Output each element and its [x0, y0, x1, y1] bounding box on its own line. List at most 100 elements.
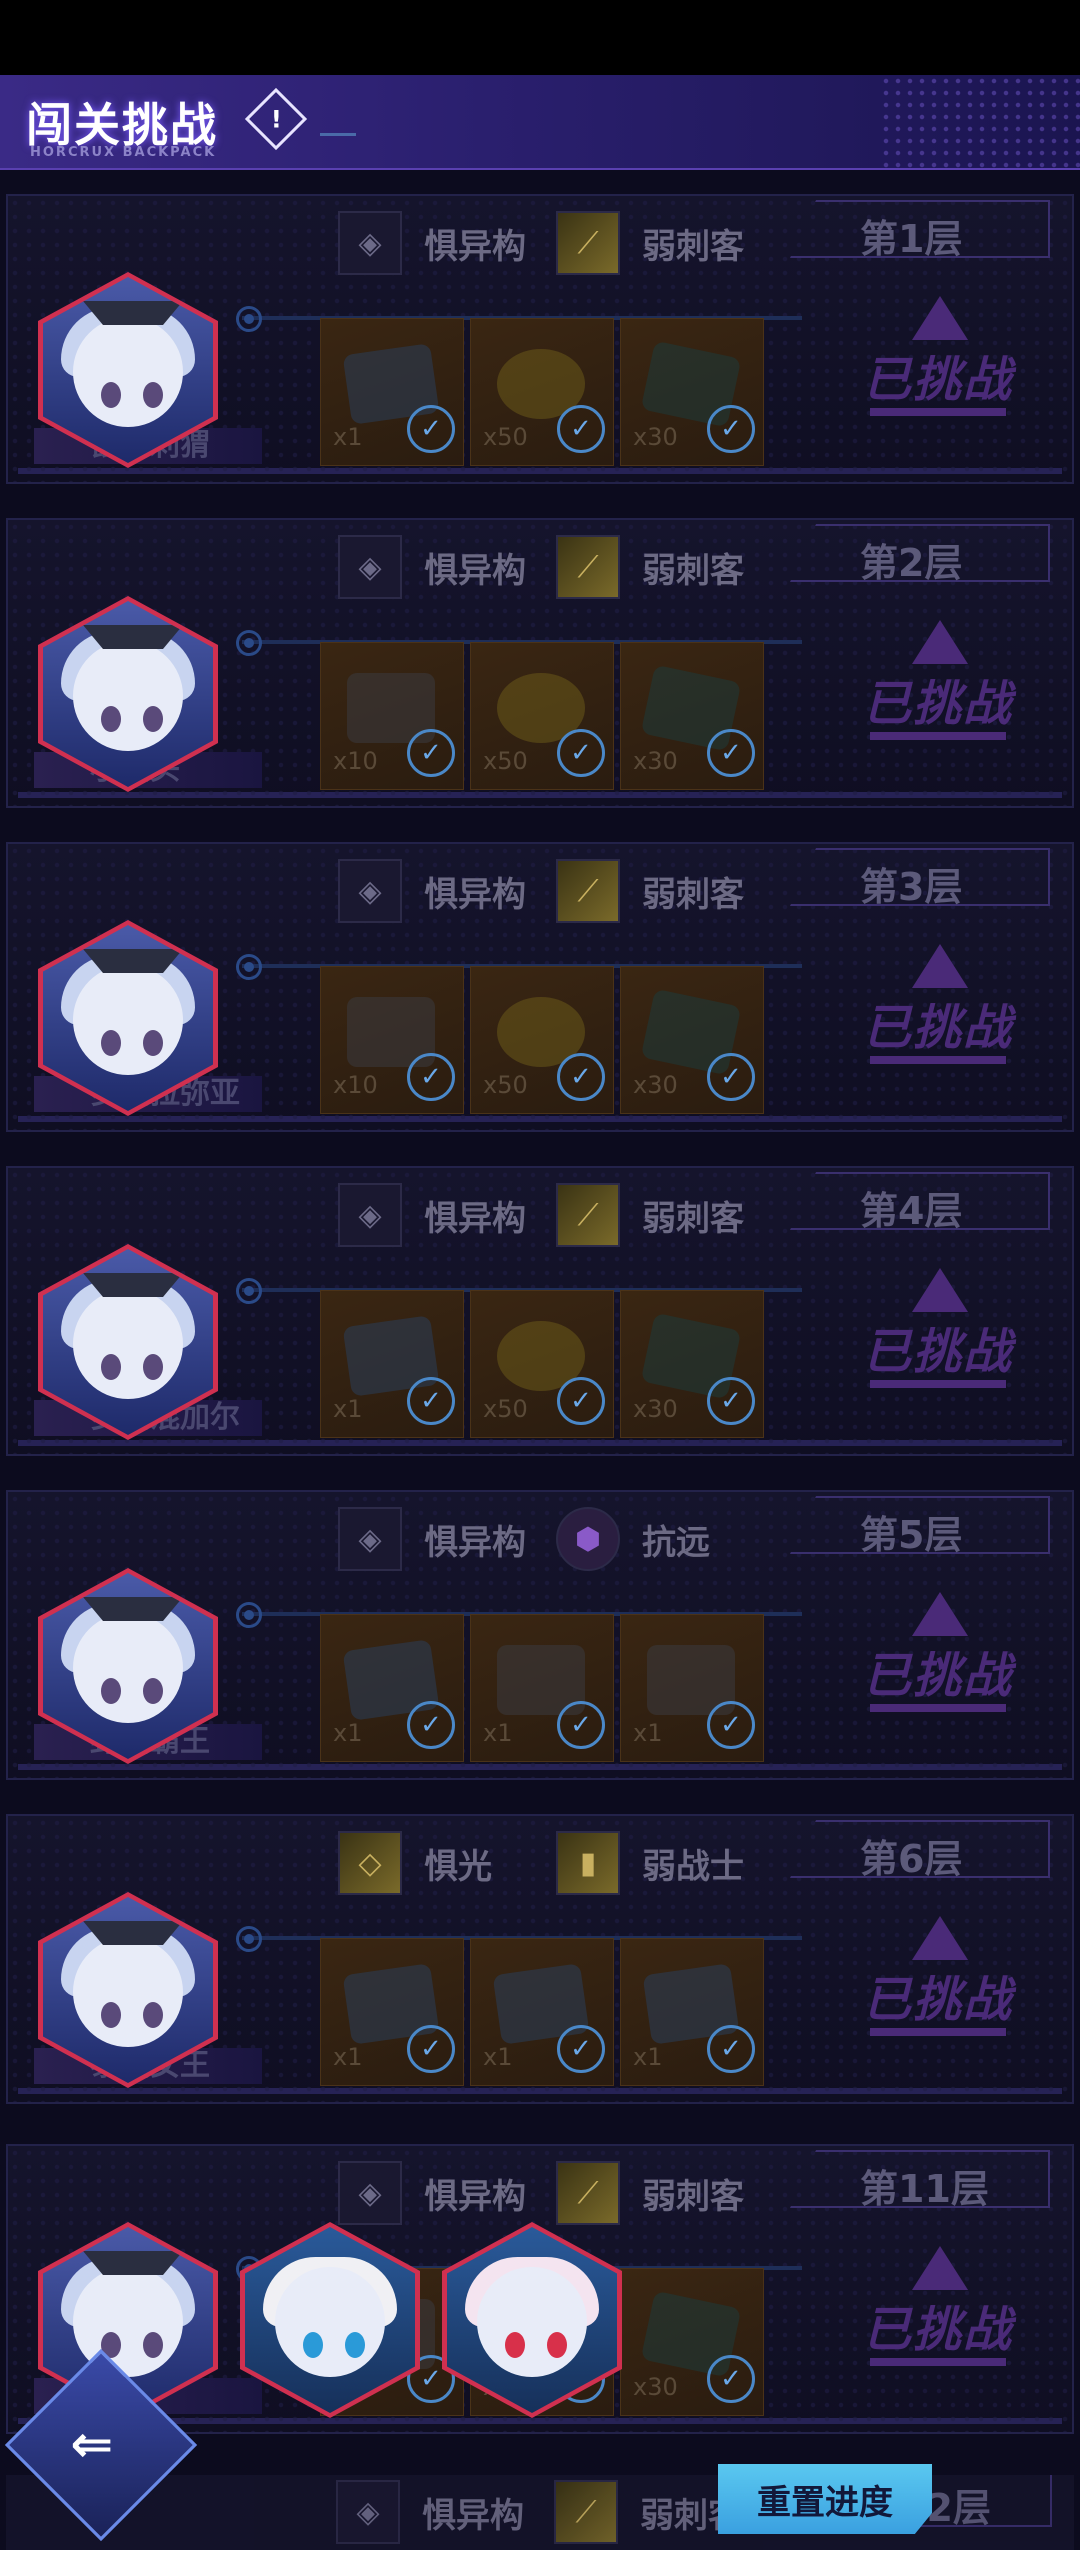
floor-label: 第2层	[860, 541, 963, 585]
warning-icon[interactable]: !	[244, 87, 308, 151]
reward-slot[interactable]: x1 ✓	[470, 1614, 614, 1762]
completed-stamp: 已挑战	[850, 944, 1026, 1088]
reward-qty: x1	[333, 2043, 363, 2071]
reward-qty: x30	[633, 1071, 678, 1099]
stamp-bar	[870, 2028, 1006, 2036]
completed-stamp: 已挑战	[850, 1592, 1026, 1736]
stamp-bar	[870, 2358, 1006, 2366]
stamp-triangle-icon	[912, 1592, 968, 1636]
trait-label: 惧异构	[424, 550, 526, 591]
assassin-icon: ⟋	[556, 1183, 620, 1247]
assassin-icon: ⟋	[556, 2161, 620, 2225]
resist-label: 抗远	[642, 1522, 710, 1563]
status-bar	[0, 0, 1080, 75]
header-bar: 闯关挑战 HORCRUX BACKPACK !	[0, 75, 1080, 170]
trait-chip: ◈ 惧异构	[336, 2479, 524, 2545]
reward-qty: x1	[633, 1719, 663, 1747]
check-icon: ✓	[707, 405, 755, 453]
weakness-chip: ⟋ 弱刺客	[556, 210, 744, 276]
reward-slot[interactable]: x1 ✓	[620, 1614, 764, 1762]
reward-qty: x1	[633, 2043, 663, 2071]
reward-slot[interactable]: x30 ✓	[620, 642, 764, 790]
reward-slot[interactable]: x1 ✓	[320, 1290, 464, 1438]
check-icon: ✓	[707, 1701, 755, 1749]
reward-qty: x30	[633, 747, 678, 775]
trait-label: 惧异构	[424, 226, 526, 267]
reward-slot[interactable]: x10 ✓	[320, 966, 464, 1114]
floor-label-box: 第6层	[790, 1820, 1050, 1878]
check-icon: ✓	[707, 2355, 755, 2403]
trait-label: 惧异构	[424, 1198, 526, 1239]
completed-label: 已挑战	[862, 1648, 1013, 1704]
floor-label: 第3层	[860, 865, 963, 909]
page-subtitle: HORCRUX BACKPACK	[30, 145, 217, 160]
reward-qty: x1	[333, 1395, 363, 1423]
weakness-chip: ⟋ 弱刺客	[554, 2479, 742, 2545]
stamp-triangle-icon	[912, 944, 968, 988]
trait-chip: ◈ 惧异构	[338, 858, 526, 924]
floor-label-box: 第2层	[790, 524, 1050, 582]
trait-label: 惧异构	[424, 874, 526, 915]
reward-qty: x50	[483, 747, 528, 775]
floor-label: 第4层	[860, 1189, 963, 1233]
completed-label: 已挑战	[862, 676, 1013, 732]
reward-slot[interactable]: x50 ✓	[470, 966, 614, 1114]
reward-slot[interactable]: x1 ✓	[320, 1614, 464, 1762]
reward-slot[interactable]: x30 ✓	[620, 1290, 764, 1438]
reward-slot[interactable]: x30 ✓	[620, 318, 764, 466]
reward-slot[interactable]: x1 ✓	[470, 1938, 614, 2086]
check-icon: ✓	[407, 1701, 455, 1749]
completed-label: 已挑战	[862, 1000, 1013, 1056]
trait-chip: ◈ 惧异构	[338, 1506, 526, 1572]
reward-slot[interactable]: x1 ✓	[620, 1938, 764, 2086]
trait-chip: ◈ 惧异构	[338, 2160, 526, 2226]
trait-chip: ◈ 惧异构	[338, 534, 526, 600]
check-icon: ✓	[557, 1377, 605, 1425]
connector-dot	[236, 306, 262, 332]
heterogeneous-icon: ◈	[338, 859, 402, 923]
connector-dot	[236, 630, 262, 656]
reward-slot[interactable]: x50 ✓	[470, 642, 614, 790]
weakness-label: 弱战士	[642, 1846, 744, 1887]
reward-qty: x50	[483, 1395, 528, 1423]
floor-label-box: 第4层	[790, 1172, 1050, 1230]
stamp-bar	[870, 408, 1006, 416]
reward-slot[interactable]: x1 ✓	[320, 318, 464, 466]
reward-slot[interactable]: x10 ✓	[320, 642, 464, 790]
weakness-label: 弱刺客	[642, 1198, 744, 1239]
reward-slot[interactable]: x50 ✓	[470, 1290, 614, 1438]
check-icon: ✓	[707, 1053, 755, 1101]
trait-chip: ◇ 惧光	[338, 1830, 492, 1896]
ranged-resist-icon: ⬢	[556, 1507, 620, 1571]
stamp-bar	[870, 1056, 1006, 1064]
check-icon: ✓	[407, 1053, 455, 1101]
floor-label-box: 第1层	[790, 200, 1050, 258]
weakness-chip: ▮ 弱战士	[556, 1830, 744, 1896]
check-icon: ✓	[407, 2025, 455, 2073]
stamp-bar	[870, 1380, 1006, 1388]
trait-label: 惧异构	[424, 2176, 526, 2217]
check-icon: ✓	[557, 1053, 605, 1101]
floor-label: 第5层	[860, 1513, 963, 1557]
reward-qty: x30	[633, 423, 678, 451]
reward-slot[interactable]: x30 ✓	[620, 966, 764, 1114]
reward-qty: x50	[483, 1071, 528, 1099]
app-root: 闯关挑战 HORCRUX BACKPACK ! 第1层 ◈惧异构 ⟋弱刺客 鼠雷…	[0, 0, 1080, 2550]
reward-qty: x1	[333, 1719, 363, 1747]
stamp-triangle-icon	[912, 1268, 968, 1312]
reward-slot[interactable]: x50 ✓	[470, 318, 614, 466]
completed-stamp: 已挑战	[850, 1916, 1026, 2060]
heterogeneous-icon: ◈	[338, 211, 402, 275]
weakness-label: 弱刺客	[642, 226, 744, 267]
reward-slot[interactable]: x1 ✓	[320, 1938, 464, 2086]
connector-dot	[236, 1602, 262, 1628]
connector-dot	[236, 954, 262, 980]
heterogeneous-icon: ◈	[338, 1183, 402, 1247]
reset-progress-button[interactable]: 重置进度	[718, 2464, 932, 2534]
check-icon: ✓	[557, 1701, 605, 1749]
trait-label: 惧异构	[424, 1522, 526, 1563]
completed-label: 已挑战	[862, 2302, 1013, 2358]
check-icon: ✓	[557, 2025, 605, 2073]
heterogeneous-icon: ◈	[336, 2480, 400, 2544]
reward-slot[interactable]: x30 ✓	[620, 2268, 764, 2416]
